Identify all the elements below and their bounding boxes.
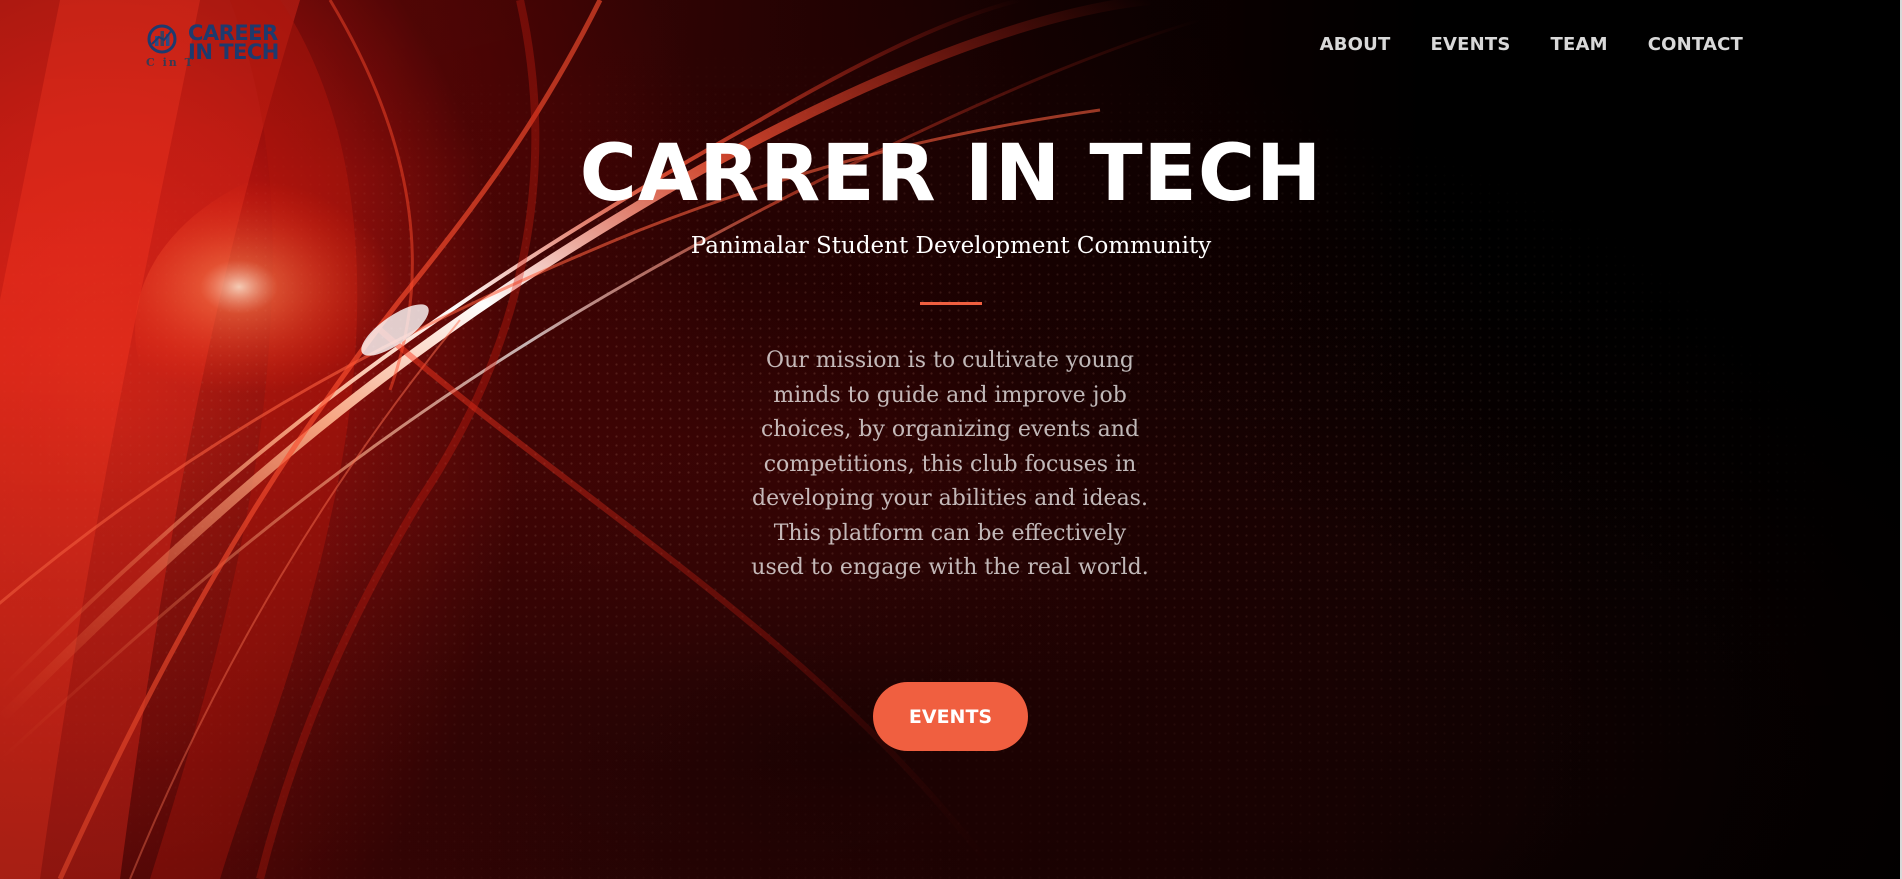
bar-chart-globe-icon <box>147 24 177 54</box>
nav-links: ABOUT EVENTS TEAM CONTACT <box>1320 34 1743 55</box>
brand-name: CAREER IN TECH <box>188 21 279 64</box>
brand-logo[interactable]: CAREER IN TECH C in T <box>144 20 304 72</box>
hero-title: CARRER IN TECH <box>579 129 1323 219</box>
mission-text: Our mission is to cultivate young minds … <box>751 348 1149 580</box>
nav-link-contact[interactable]: CONTACT <box>1648 34 1743 55</box>
events-cta-button[interactable]: EVENTS <box>873 682 1028 751</box>
nav-link-team[interactable]: TEAM <box>1551 34 1608 55</box>
hero-subtitle: Panimalar Student Development Community <box>690 233 1212 259</box>
nav-link-events[interactable]: EVENTS <box>1430 34 1510 55</box>
brand-monogram: C in T <box>146 56 195 69</box>
title-divider <box>920 302 982 305</box>
hero-section: CAREER IN TECH C in T ABOUT EVENTS TEAM … <box>0 0 1902 879</box>
nav-link-about[interactable]: ABOUT <box>1320 34 1391 55</box>
top-navbar: CAREER IN TECH C in T ABOUT EVENTS TEAM … <box>0 0 1902 96</box>
